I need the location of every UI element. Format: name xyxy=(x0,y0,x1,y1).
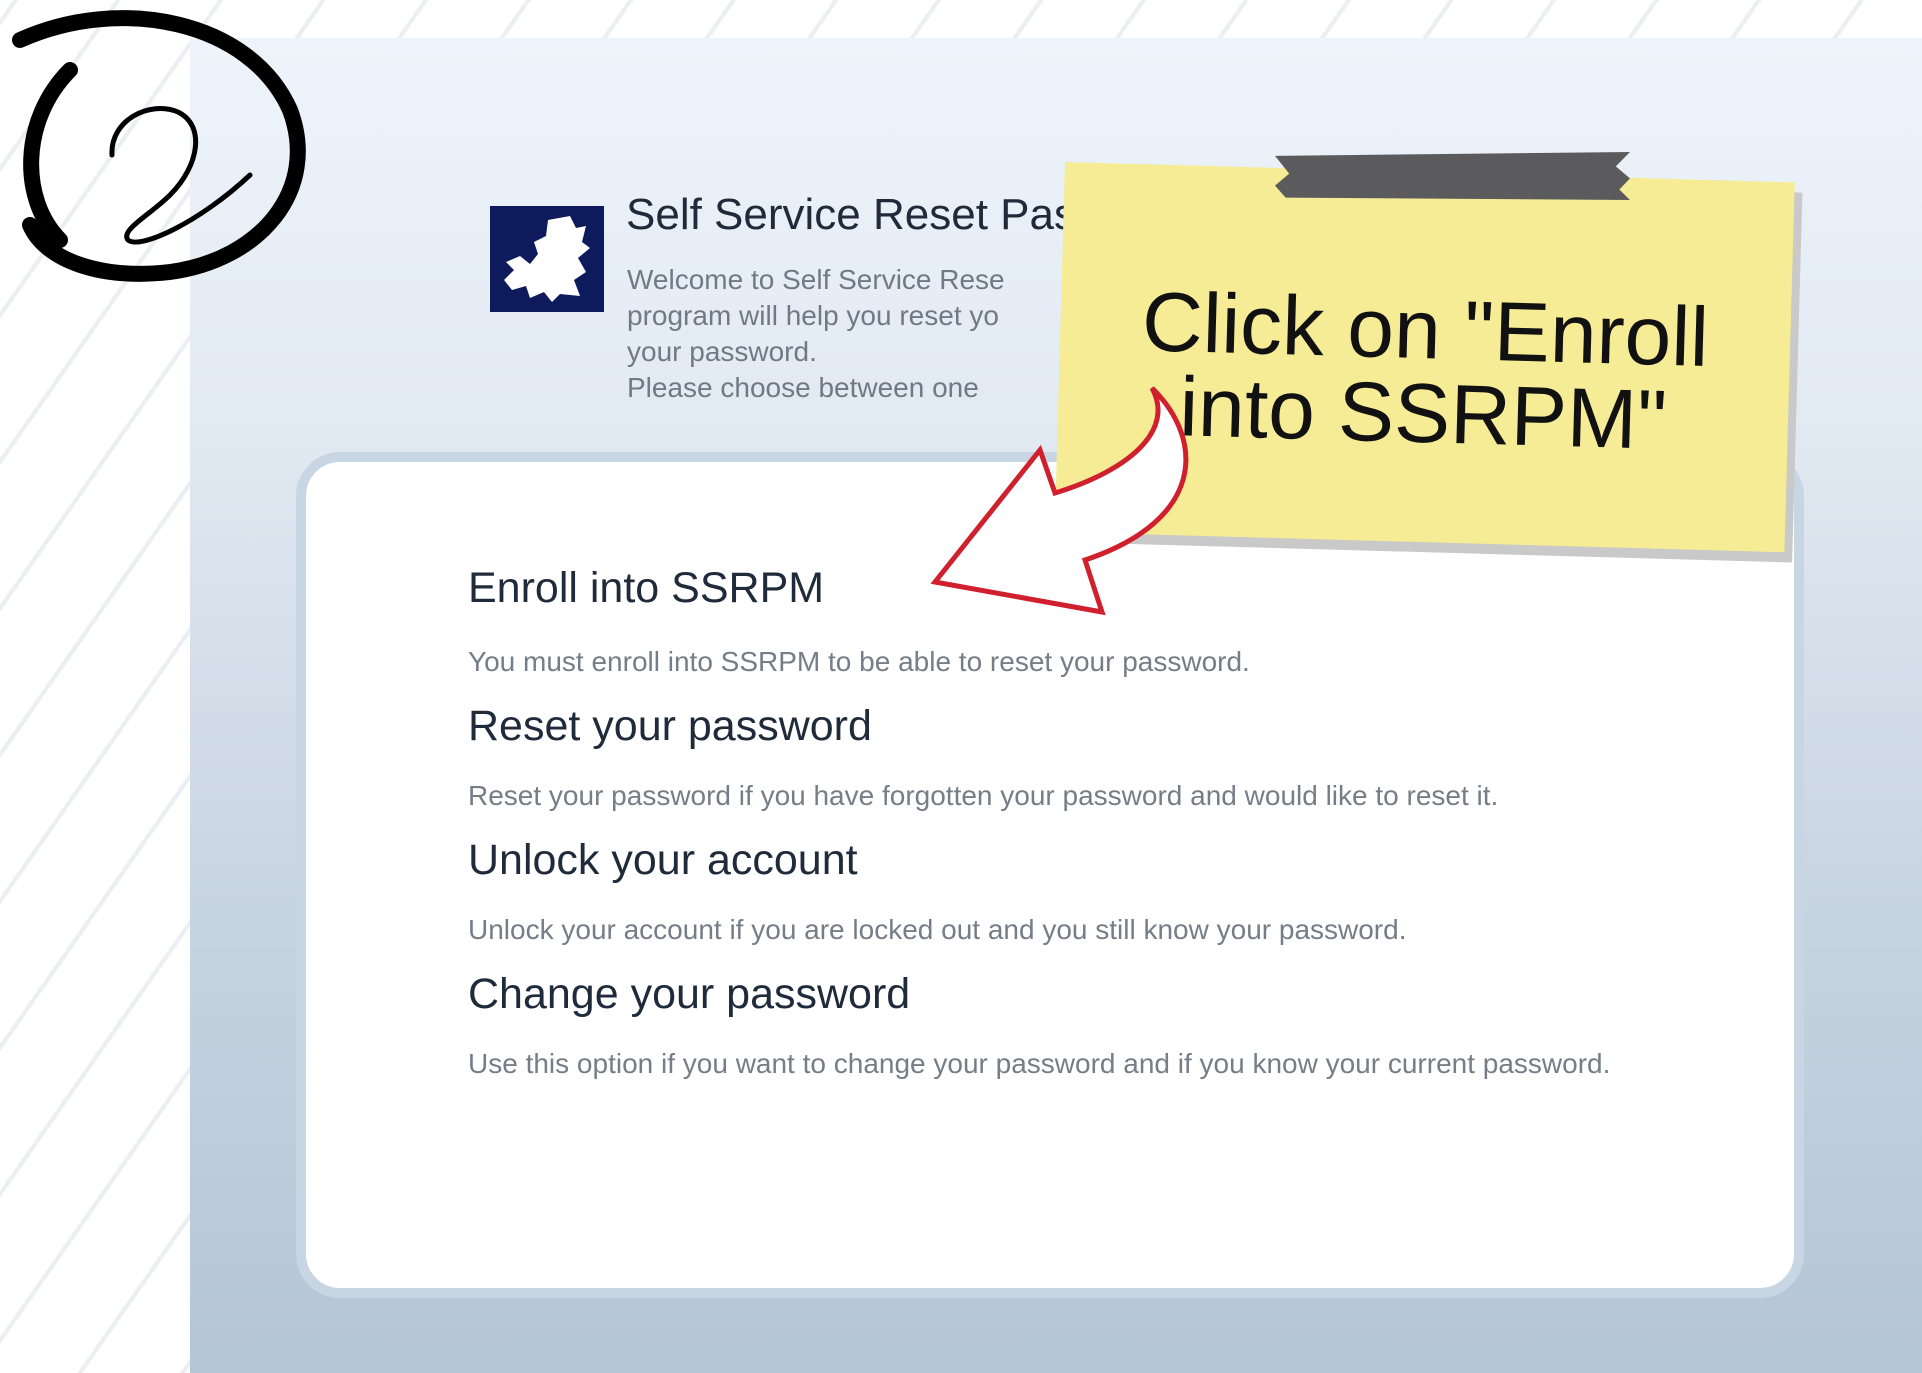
options-card: Enroll into SSRPM You must enroll into S… xyxy=(296,452,1804,1298)
enroll-link[interactable]: Enroll into SSRPM xyxy=(468,562,1768,614)
callout-text: Click on "Enroll into SSRPM" xyxy=(1057,274,1791,467)
reset-password-link[interactable]: Reset your password xyxy=(468,700,1768,752)
puzzle-logo-icon xyxy=(490,206,604,312)
callout-sticky-note: Click on "Enroll into SSRPM" xyxy=(1054,162,1803,563)
change-password-link[interactable]: Change your password xyxy=(468,968,1768,1020)
app-logo xyxy=(490,206,604,312)
step-number-badge xyxy=(12,10,306,282)
unlock-account-description: Unlock your account if you are locked ou… xyxy=(468,914,1407,945)
options-list: Enroll into SSRPM You must enroll into S… xyxy=(468,562,1768,1102)
unlock-account-link[interactable]: Unlock your account xyxy=(468,834,1768,886)
app-title: Self Service Reset Pas xyxy=(626,190,1076,239)
change-password-description: Use this option if you want to change yo… xyxy=(468,1048,1611,1079)
redaction-tape xyxy=(1275,152,1630,200)
reset-password-description: Reset your password if you have forgotte… xyxy=(468,780,1499,811)
enroll-description: You must enroll into SSRPM to be able to… xyxy=(468,646,1250,677)
